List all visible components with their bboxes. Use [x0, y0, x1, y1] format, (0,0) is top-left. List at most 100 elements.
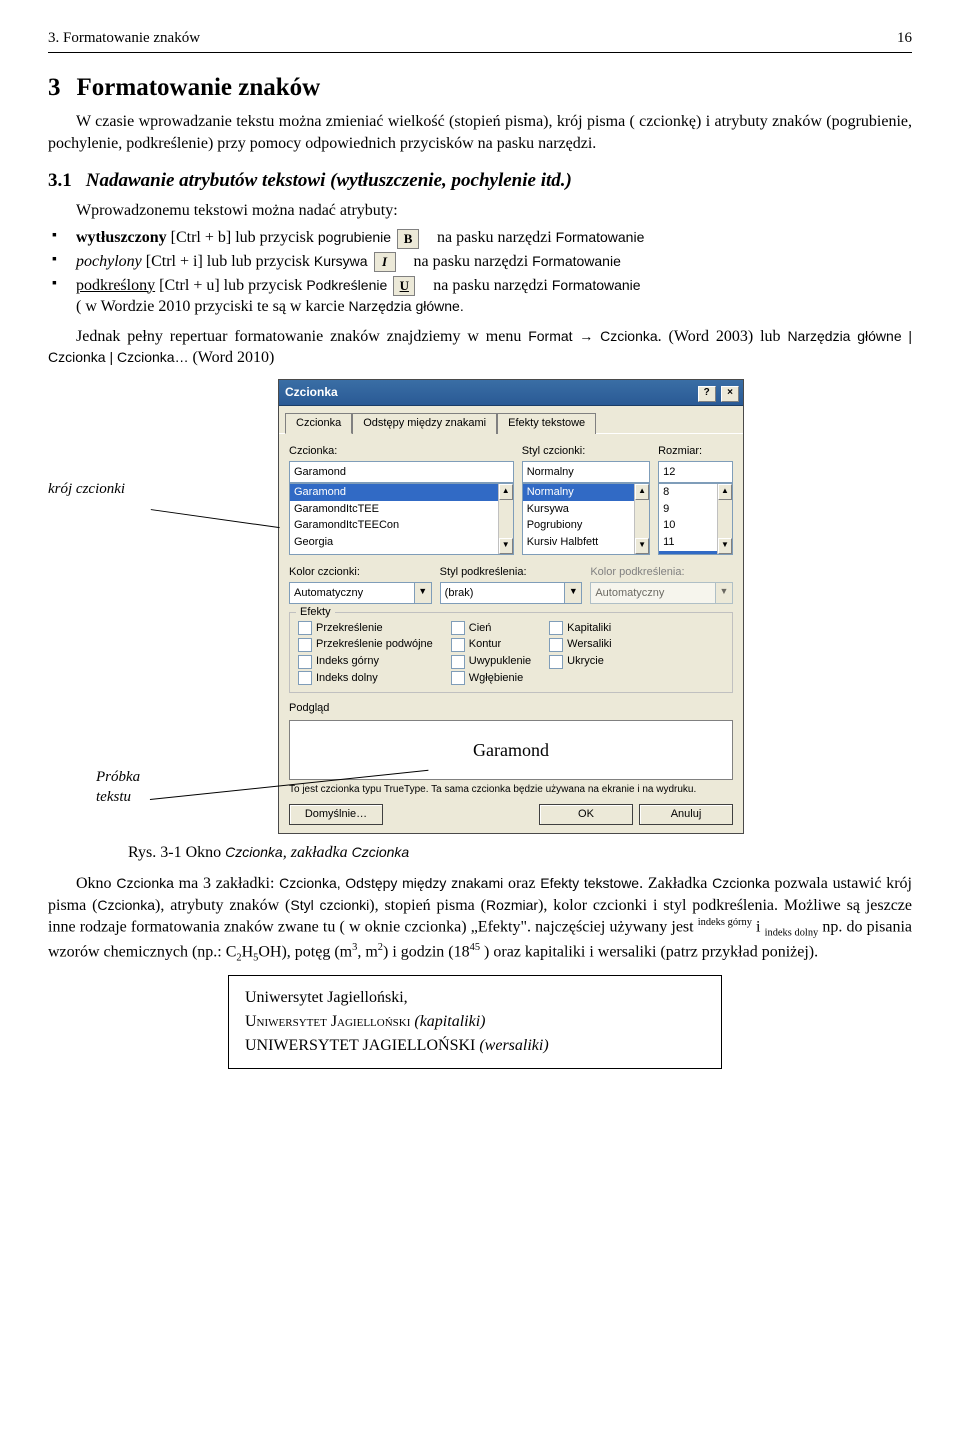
check-label: Indeks dolny — [316, 671, 378, 686]
underline-color-value: Automatyczny — [590, 582, 716, 604]
preview-box: Garamond — [289, 720, 733, 780]
help-icon[interactable]: ? — [698, 386, 716, 402]
size-label: Rozmiar: — [658, 444, 733, 459]
scroll-down-icon[interactable]: ▼ — [499, 538, 513, 554]
list-item: podkreślony [Ctrl + u] lub przycisk Podk… — [48, 275, 912, 318]
example-line-3: UNIWERSYTET JAGIELLOŃSKI (wersaliki) — [245, 1034, 705, 1058]
style-option[interactable]: Kursywa — [523, 501, 634, 518]
size-listbox[interactable]: 8 9 10 11 12 ▲ ▼ — [658, 483, 733, 555]
size-option[interactable]: 11 — [659, 534, 717, 551]
check-strikethrough[interactable]: Przekreślenie — [298, 621, 433, 636]
size-input[interactable]: 12 — [658, 461, 733, 483]
font-option[interactable]: Georgia — [290, 534, 498, 551]
style-listbox[interactable]: Normalny Kursywa Pogrubiony Kursiv Halbf… — [522, 483, 650, 555]
check-smallcaps[interactable]: Kapitaliki — [549, 621, 611, 636]
size-option[interactable]: 9 — [659, 501, 717, 518]
size-option[interactable]: 8 — [659, 484, 717, 501]
cap-mid: , zakładka — [283, 844, 352, 861]
size-option[interactable]: 12 — [659, 551, 717, 555]
check-emboss[interactable]: Uwypuklenie — [451, 654, 531, 669]
close-icon[interactable]: × — [721, 386, 739, 402]
style-option[interactable]: Kursiv Halbfett — [523, 534, 634, 551]
cancel-button[interactable]: Anuluj — [639, 804, 733, 825]
t: . Zakładka — [639, 875, 712, 892]
t: Czcionka — [712, 875, 770, 891]
example-box: Uniwersytet Jagielloński, Uniwersytet Ja… — [228, 975, 722, 1069]
font-listbox[interactable]: Garamond GaramondItcTEE GaramondItcTEECo… — [289, 483, 514, 555]
checkbox-icon[interactable] — [549, 655, 563, 669]
body-paragraph-2: Okno Czcionka ma 3 zakładki: Czcionka, O… — [48, 873, 912, 965]
effects-group-label: Efekty — [296, 605, 335, 620]
l3b: (wersaliki) — [475, 1037, 548, 1054]
checkbox-icon[interactable] — [549, 621, 563, 635]
style-option[interactable]: Normalny — [523, 484, 634, 501]
t: H — [242, 943, 254, 960]
scrollbar[interactable]: ▲ ▼ — [634, 484, 649, 554]
attr-bold-tail: na pasku narzędzi — [437, 229, 552, 246]
t: , m — [357, 943, 377, 960]
underline-style-label: Styl podkreślenia: — [440, 565, 583, 580]
scrollbar[interactable]: ▲ ▼ — [717, 484, 732, 554]
side-label-font: krój czcionki — [48, 379, 158, 499]
color-dropdown[interactable]: Automatyczny ▼ — [289, 582, 432, 604]
t: i — [752, 919, 765, 936]
attr-italic-label: pochylony — [76, 253, 142, 270]
checkbox-icon[interactable] — [298, 655, 312, 669]
tab-font[interactable]: Czcionka — [285, 413, 352, 434]
checkbox-icon[interactable] — [451, 621, 465, 635]
t: ) i godzin (18 — [383, 943, 470, 960]
checkbox-icon[interactable] — [549, 638, 563, 652]
header-page-number: 16 — [897, 28, 912, 48]
t: ) oraz kapitaliki i wersaliki (patrz prz… — [480, 943, 818, 960]
underline-dropdown[interactable]: (brak) ▼ — [440, 582, 583, 604]
chevron-down-icon[interactable]: ▼ — [415, 582, 432, 604]
page-header: 3. Formatowanie znaków 16 — [48, 28, 912, 53]
dialog-wrap: krój czcionki Próbka tekstu Czcionka ? ×… — [48, 379, 912, 834]
size-option[interactable]: 10 — [659, 517, 717, 534]
tab-spacing[interactable]: Odstępy między znakami — [352, 413, 497, 434]
style-input[interactable]: Normalny — [522, 461, 650, 483]
scroll-down-icon[interactable]: ▼ — [718, 538, 732, 554]
default-button[interactable]: Domyślnie… — [289, 804, 383, 825]
checkbox-icon[interactable] — [298, 638, 312, 652]
font-option[interactable]: GaramondItcTEECon — [290, 517, 498, 534]
check-shadow[interactable]: Cień — [451, 621, 531, 636]
chevron-down-icon[interactable]: ▼ — [565, 582, 582, 604]
font-option[interactable]: Gill Sans MT — [290, 551, 498, 555]
style-label: Styl czcionki: — [522, 444, 650, 459]
check-allcaps[interactable]: Wersaliki — [549, 637, 611, 652]
check-subscript[interactable]: Indeks dolny — [298, 671, 433, 686]
style-option[interactable]: Pogrubiony — [523, 517, 634, 534]
checkbox-icon[interactable] — [451, 655, 465, 669]
checkbox-icon[interactable] — [298, 671, 312, 685]
check-engrave[interactable]: Wgłębienie — [451, 671, 531, 686]
scroll-up-icon[interactable]: ▲ — [718, 484, 732, 500]
check-label: Uwypuklenie — [469, 654, 531, 669]
intro-paragraph: W czasie wprowadzanie tekstu można zmien… — [48, 111, 912, 154]
scrollbar[interactable]: ▲ ▼ — [498, 484, 513, 554]
check-superscript[interactable]: Indeks górny — [298, 654, 433, 669]
ok-button[interactable]: OK — [539, 804, 633, 825]
checkbox-icon[interactable] — [451, 638, 465, 652]
checkbox-icon[interactable] — [298, 621, 312, 635]
font-input[interactable]: Garamond — [289, 461, 514, 483]
side2a: Próbka — [96, 769, 140, 785]
scroll-down-icon[interactable]: ▼ — [635, 538, 649, 554]
scroll-up-icon[interactable]: ▲ — [635, 484, 649, 500]
bold-icon[interactable]: B — [397, 229, 419, 249]
sup-45: 45 — [470, 942, 480, 953]
header-left: 3. Formatowanie znaków — [48, 28, 200, 48]
check-double-strike[interactable]: Przekreślenie podwójne — [298, 637, 433, 652]
checkbox-icon[interactable] — [451, 671, 465, 685]
italic-icon[interactable]: I — [374, 252, 396, 272]
check-outline[interactable]: Kontur — [451, 637, 531, 652]
check-hidden[interactable]: Ukrycie — [549, 654, 611, 669]
font-option[interactable]: Garamond — [290, 484, 498, 501]
figure-caption: Rys. 3-1 Okno Czcionka, zakładka Czcionk… — [128, 842, 912, 864]
underline-icon[interactable]: U — [393, 276, 415, 296]
font-option[interactable]: GaramondItcTEE — [290, 501, 498, 518]
scroll-up-icon[interactable]: ▲ — [499, 484, 513, 500]
tab-effects[interactable]: Efekty tekstowe — [497, 413, 596, 434]
color-label: Kolor czcionki: — [289, 565, 432, 580]
check-label: Kapitaliki — [567, 621, 611, 636]
